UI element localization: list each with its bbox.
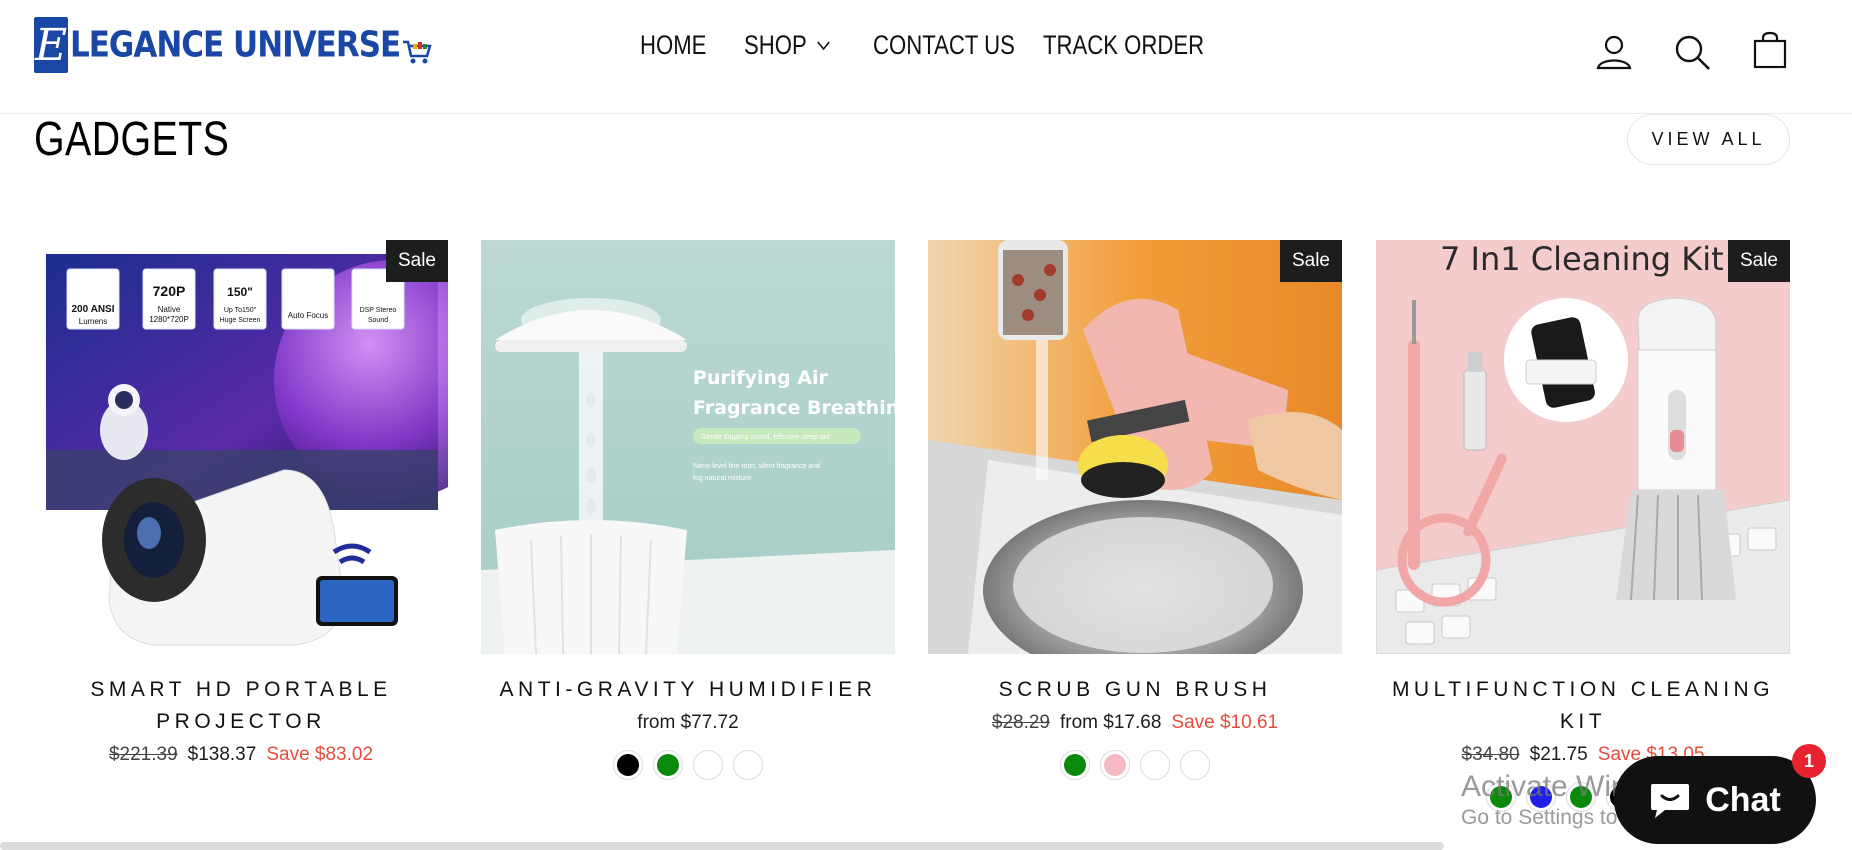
svg-text:Up To150": Up To150"	[224, 307, 257, 314]
product-card[interactable]: Sale SCRUB GUN BRUSH $28.29 from $17.68 Sa…	[928, 240, 1342, 780]
chat-label: Chat	[1705, 780, 1781, 819]
savings: Save $10.61	[1171, 712, 1279, 733]
sale-badge: Sale	[1279, 240, 1342, 282]
product-name[interactable]: ANTI-GRAVITY HUMIDIFIER	[481, 674, 895, 706]
humidifier-desc-2: fog natural mixture.	[693, 475, 753, 482]
section-title: GADGETS	[34, 113, 230, 166]
svg-text:Sound: Sound	[368, 317, 388, 324]
sale-price: $21.75	[1529, 744, 1588, 765]
product-name[interactable]: MULTIFUNCTION CLEANING KIT	[1376, 674, 1790, 738]
color-swatches	[481, 750, 895, 780]
original-price: $34.80	[1461, 744, 1520, 765]
svg-text:150": 150"	[227, 285, 253, 299]
account-icon[interactable]	[1594, 32, 1634, 72]
product-name[interactable]: SCRUB GUN BRUSH	[928, 674, 1342, 706]
sale-price: from $17.68	[1060, 712, 1162, 733]
humidifier-tagline: Gentle dripping sound, effective sleep a…	[701, 434, 829, 441]
sale-price: $138.37	[187, 744, 257, 765]
svg-text:200 ANSI: 200 ANSI	[72, 304, 115, 315]
chevron-down-icon	[816, 40, 830, 50]
nav-shop-label: SHOP	[744, 30, 807, 60]
logo-text: LEGANCE UNIVERSE	[70, 24, 401, 66]
humidifier-headline-1: Purifying Air	[693, 367, 828, 389]
chat-notification-badge: 1	[1792, 744, 1826, 778]
original-price: $221.39	[108, 744, 178, 765]
nav-track-order[interactable]: TRACK ORDER	[1043, 30, 1204, 61]
color-swatches	[928, 750, 1342, 780]
product-image[interactable]: Purifying Air Fragrance Breathing Gentle…	[481, 240, 895, 654]
svg-text:DSP Stereo: DSP Stereo	[360, 307, 397, 314]
swatch-pink[interactable]	[1100, 750, 1130, 780]
swatch-green[interactable]	[1060, 750, 1090, 780]
nav-contact[interactable]: CONTACT US	[873, 30, 1015, 61]
chat-button[interactable]: Chat	[1614, 756, 1816, 844]
product-image[interactable]: 200 ANSI Lumens 720P Native 1280*720P 150" U…	[34, 240, 448, 654]
humidifier-headline-2: Fragrance Breathing	[693, 397, 895, 419]
search-icon[interactable]	[1672, 32, 1712, 72]
product-card[interactable]: Purifying Air Fragrance Breathing Gentle…	[481, 240, 895, 780]
kit-headline: 7 In1 Cleaning Kit	[1440, 240, 1724, 278]
product-card[interactable]: 200 ANSI Lumens 720P Native 1280*720P 150" U…	[34, 240, 448, 766]
swatch-white[interactable]	[1140, 750, 1170, 780]
svg-text:Native: Native	[158, 305, 181, 314]
logo-mark: E	[34, 17, 68, 73]
cart-icon[interactable]	[1750, 30, 1790, 70]
brand-logo[interactable]: E LEGANCE UNIVERSE	[34, 16, 432, 74]
swatch-green[interactable]	[653, 750, 683, 780]
swatch-black[interactable]	[613, 750, 643, 780]
svg-text:1280*720P: 1280*720P	[149, 315, 189, 324]
svg-text:720P: 720P	[153, 283, 186, 299]
nav-home[interactable]: HOME	[640, 30, 706, 61]
site-header: E LEGANCE UNIVERSE HOME SHOP CONTACT US …	[0, 0, 1852, 114]
svg-text:Lumens: Lumens	[79, 317, 107, 326]
humidifier-image: Purifying Air Fragrance Breathing Gentle…	[481, 240, 895, 654]
cleaning-kit-image: 7 In1 Cleaning Kit	[1376, 240, 1790, 654]
product-price: $28.29 from $17.68 Save $10.61	[928, 712, 1342, 734]
svg-text:Huge Screen: Huge Screen	[220, 317, 261, 324]
svg-text:Auto Focus: Auto Focus	[288, 311, 328, 320]
cart-logo-icon	[403, 40, 432, 64]
nav-shop[interactable]: SHOP	[744, 30, 830, 61]
swatch-white[interactable]	[733, 750, 763, 780]
product-price: from $77.72	[481, 712, 895, 734]
sale-price: from $77.72	[637, 712, 739, 733]
humidifier-desc-1: Nano-level fine mist, silent fragrance a…	[693, 463, 820, 470]
scrub-gun-image	[928, 240, 1342, 654]
savings: Save $83.02	[266, 744, 374, 765]
product-price: $221.39 $138.37 Save $83.02	[34, 744, 448, 766]
original-price: $28.29	[991, 712, 1050, 733]
swatch-white[interactable]	[1180, 750, 1210, 780]
product-image[interactable]: 7 In1 Cleaning Kit Sale	[1376, 240, 1790, 654]
product-name[interactable]: SMART HD PORTABLE PROJECTOR	[34, 674, 448, 738]
horizontal-scrollbar[interactable]	[0, 842, 1444, 850]
view-all-button[interactable]: VIEW ALL	[1627, 114, 1790, 165]
sale-badge: Sale	[385, 240, 448, 282]
swatch-white[interactable]	[693, 750, 723, 780]
product-card[interactable]: 7 In1 Cleaning Kit Sale MULTIFUNCTION CL…	[1376, 240, 1790, 812]
chat-bubble-icon	[1651, 784, 1690, 818]
product-image[interactable]: Sale	[928, 240, 1342, 654]
sale-badge: Sale	[1727, 240, 1790, 282]
projector-image: 200 ANSI Lumens 720P Native1280*720P 150" U…	[34, 240, 448, 654]
